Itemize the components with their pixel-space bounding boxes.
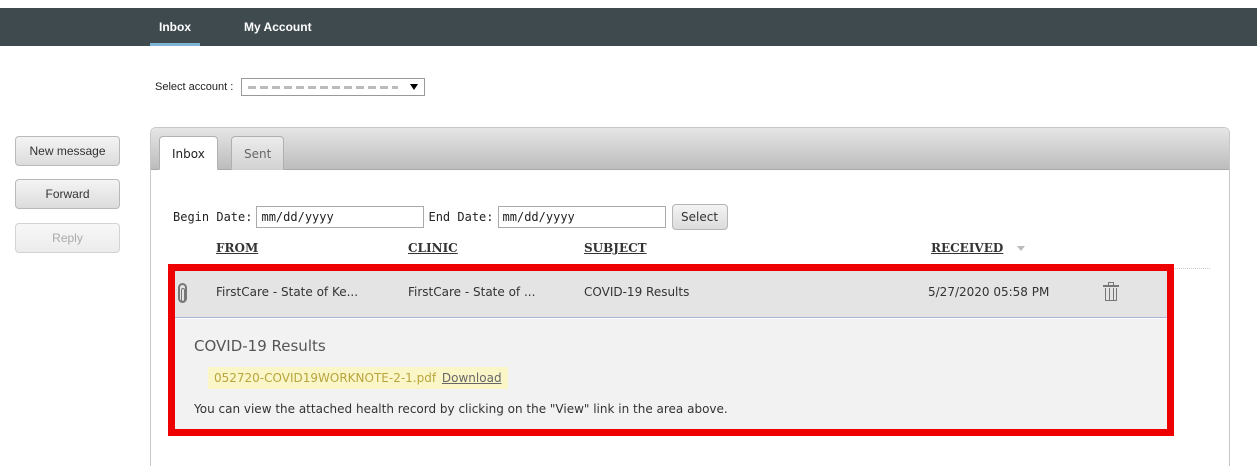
sort-descending-icon[interactable]	[1017, 246, 1025, 251]
table-row[interactable]: FirstCare - State of Ke... FirstCare - S…	[172, 268, 1168, 318]
message-subject: COVID-19 Results	[584, 285, 690, 299]
end-date-input[interactable]: mm/dd/yyyy	[497, 206, 666, 228]
tab-bar: Inbox Sent	[151, 128, 1229, 170]
attachment-chip: 052720-COVID19WORKNOTE-2-1.pdf Download	[208, 367, 508, 389]
message-clinic: FirstCare - State of ...	[408, 285, 536, 299]
new-message-button[interactable]: New message	[15, 136, 120, 166]
end-date-label: End Date:	[428, 210, 494, 224]
trash-icon[interactable]	[1103, 282, 1119, 301]
download-link[interactable]: Download	[442, 371, 502, 385]
reply-button[interactable]: Reply	[15, 223, 120, 253]
begin-date-input[interactable]: mm/dd/yyyy	[256, 206, 425, 228]
column-header-clinic[interactable]: CLINIC	[408, 241, 458, 255]
select-date-button[interactable]: Select	[671, 204, 728, 230]
account-selector: Select account :	[155, 78, 426, 96]
message-preview: COVID-19 Results 052720-COVID19WORKNOTE-…	[172, 319, 1168, 431]
preview-title: COVID-19 Results	[194, 337, 326, 355]
paperclip-icon	[178, 283, 187, 303]
top-nav-bar: Inbox My Account	[0, 8, 1257, 46]
tab-sent[interactable]: Sent	[231, 136, 285, 170]
redacted-account-value	[248, 86, 399, 89]
nav-my-account[interactable]: My Account	[244, 8, 312, 46]
forward-button[interactable]: Forward	[15, 179, 120, 209]
account-dropdown[interactable]	[241, 78, 426, 96]
nav-inbox[interactable]: Inbox	[150, 8, 200, 46]
tab-inbox[interactable]: Inbox	[159, 136, 218, 170]
message-from: FirstCare - State of Ke...	[216, 285, 359, 299]
dropdown-arrow-icon	[410, 84, 419, 90]
column-header-from[interactable]: FROM	[216, 241, 258, 255]
message-received: 5/27/2020 05:58 PM	[928, 285, 1050, 299]
begin-date-label: Begin Date:	[173, 210, 253, 224]
column-header-received[interactable]: RECEIVED	[931, 241, 1003, 255]
preview-body: You can view the attached health record …	[194, 402, 728, 416]
date-filter: Begin Date: mm/dd/yyyy End Date: mm/dd/y…	[173, 204, 728, 230]
column-header-subject[interactable]: SUBJECT	[584, 241, 647, 255]
attachment-filename: 052720-COVID19WORKNOTE-2-1.pdf	[214, 371, 437, 385]
account-select-label: Select account :	[155, 81, 234, 93]
